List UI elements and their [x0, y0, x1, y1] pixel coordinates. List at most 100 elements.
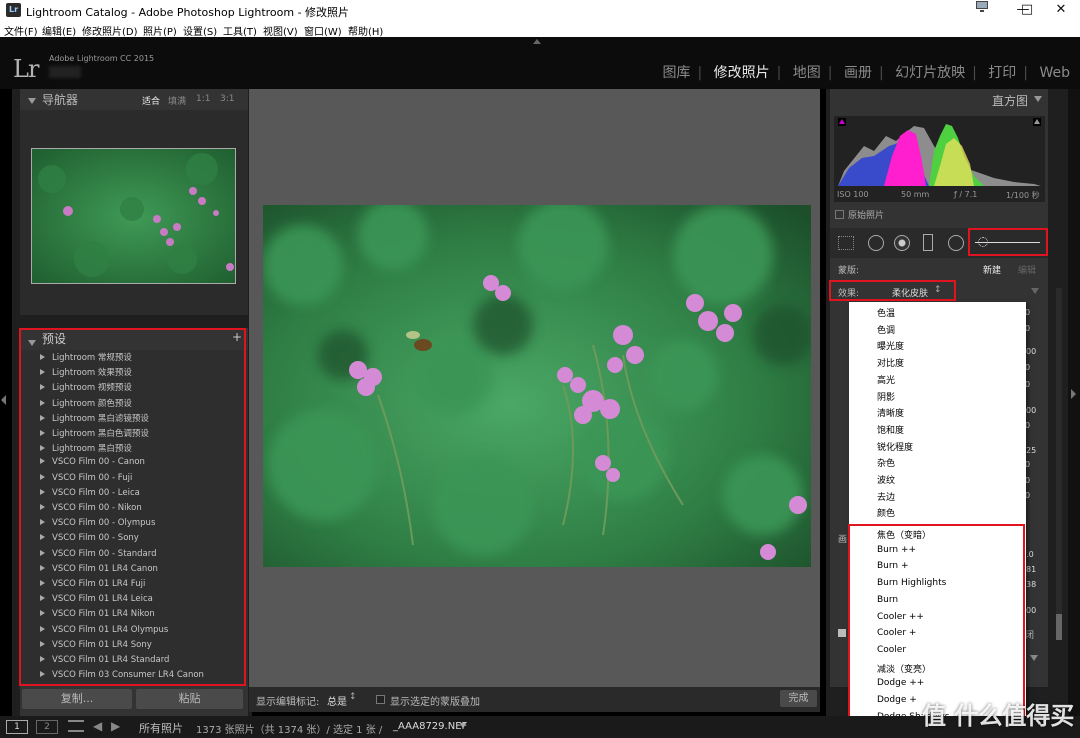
module-map[interactable]: 地图	[787, 62, 827, 82]
paste-button[interactable]: 粘贴	[136, 689, 243, 709]
dropdown-option[interactable]: 波纹	[877, 473, 895, 486]
module-library[interactable]: 图库	[656, 62, 696, 82]
menu-view[interactable]: 视图(V)	[263, 23, 298, 38]
slider-value: 00	[1026, 347, 1037, 356]
mask-toggle-icon[interactable]	[838, 629, 846, 637]
spot-removal-icon[interactable]	[868, 235, 884, 251]
window-title: Lightroom Catalog - Adobe Photoshop Ligh…	[26, 6, 350, 19]
histogram-title: 直方图	[991, 94, 1028, 108]
right-edge	[1068, 89, 1080, 738]
module-book[interactable]: 画册	[838, 62, 878, 82]
dropdown-arrows-icon: ↕	[349, 692, 357, 702]
dropdown-option[interactable]: 阴影	[877, 390, 895, 403]
product-name: Adobe Lightroom CC 2015	[49, 54, 155, 63]
overlay-label: 显示选定的蒙版叠加	[390, 697, 480, 708]
mask-label: 蒙版:	[838, 266, 860, 276]
filmstrip-source[interactable]: 所有照片	[139, 720, 183, 736]
filmstrip-bar: 1 2 ◀ ▶ 所有照片 1373 张照片（共 1374 张）/ 选定 1 张 …	[0, 716, 1080, 738]
dropdown-option[interactable]: 对比度	[877, 356, 904, 369]
navigator-header[interactable]: 导航器 适合 填满 1:1 3:1	[20, 91, 248, 111]
title-bar: Lr Lightroom Catalog - Adobe Photoshop L…	[0, 0, 1080, 21]
network-icon[interactable]	[965, 0, 999, 21]
lr-logo: Lr	[13, 55, 39, 83]
overlay-checkbox[interactable]	[376, 695, 385, 704]
develop-toolbar: 显示编辑标记: 总是 ↕ 显示选定的蒙版叠加 完成	[249, 687, 820, 712]
collapse-top-icon[interactable]	[533, 39, 541, 44]
menu-bar: 文件(F) 编辑(E) 修改照片(D) 照片(P) 设置(S) 工具(T) 视图…	[0, 21, 1080, 38]
forward-arrow-icon[interactable]: ▶	[111, 719, 120, 733]
maximize-icon[interactable]: □	[1010, 0, 1044, 21]
mask-edit-button[interactable]: 编辑	[1018, 263, 1036, 276]
screen-2-button[interactable]: 2	[36, 720, 58, 734]
close-label[interactable]: 闭	[1025, 628, 1034, 641]
left-panel-toggle[interactable]	[0, 390, 8, 410]
module-slideshow[interactable]: 幻灯片放映	[889, 62, 971, 82]
dropdown-option[interactable]: 曝光度	[877, 339, 904, 352]
slider-value: 00	[1026, 406, 1037, 415]
highlight-presets	[19, 328, 246, 686]
collapse-triangle-icon[interactable]	[1034, 96, 1042, 102]
slider-value: 25	[1026, 446, 1037, 455]
module-picker: 图库 | 修改照片 | 地图 | 画册 | 幻灯片放映 | 打印 | Web	[656, 62, 1076, 82]
menu-window[interactable]: 窗口(W)	[304, 23, 342, 38]
dropdown-option[interactable]: 去边	[877, 490, 895, 503]
crop-icon[interactable]	[838, 236, 854, 250]
chevron-down-icon[interactable]: ▼	[460, 721, 466, 730]
copy-button[interactable]: 复制...	[22, 689, 132, 709]
histogram[interactable]: ISO 100 50 mm ƒ / 7.1 1/100 秒	[834, 116, 1045, 202]
highlight-brush-tool	[968, 228, 1048, 256]
module-develop[interactable]: 修改照片	[708, 62, 776, 82]
shutter-readout: 1/100 秒	[1006, 191, 1040, 200]
dropdown-option[interactable]: 色温	[877, 306, 895, 319]
dropdown-option[interactable]: 颜色	[877, 506, 895, 519]
radial-filter-icon[interactable]	[948, 235, 964, 251]
edit-pins-select[interactable]: 总是	[327, 693, 347, 708]
original-photo-label: 原始照片	[848, 211, 885, 221]
collapse-triangle-icon	[28, 97, 36, 104]
zoom-3-1[interactable]: 3:1	[220, 94, 234, 104]
menu-photo[interactable]: 照片(P)	[143, 23, 177, 38]
back-arrow-icon[interactable]: ◀	[93, 719, 102, 733]
slider-value: 00	[1026, 606, 1037, 615]
module-web[interactable]: Web	[1033, 65, 1076, 81]
done-button[interactable]: 完成	[780, 690, 817, 707]
menu-settings[interactable]: 设置(S)	[183, 23, 217, 38]
dropdown-option[interactable]: 杂色	[877, 456, 895, 469]
filmstrip-filename[interactable]: _AAA8729.NEF	[393, 721, 467, 732]
grid-icon[interactable]	[68, 720, 84, 732]
mask-new-button[interactable]: 新建	[983, 263, 1001, 276]
main-photo[interactable]	[263, 205, 811, 567]
dropdown-option[interactable]: 高光	[877, 373, 895, 386]
filmstrip-info: 1373 张照片（共 1374 张）/ 选定 1 张 /	[196, 725, 383, 736]
identity-plate-blur	[49, 66, 81, 78]
menu-tools[interactable]: 工具(T)	[223, 23, 257, 38]
edit-pins-label: 显示编辑标记:	[256, 697, 320, 708]
zoom-fit[interactable]: 适合	[142, 94, 160, 107]
navigator-preview[interactable]	[31, 148, 236, 284]
close-icon[interactable]: ✕	[1044, 0, 1078, 21]
menu-develop[interactable]: 修改照片(D)	[82, 23, 138, 38]
graduated-filter-icon[interactable]	[923, 234, 933, 251]
screen-1-button[interactable]: 1	[6, 720, 28, 734]
module-print[interactable]: 打印	[982, 62, 1022, 82]
lightroom-window: Lr Lightroom Catalog - Adobe Photoshop L…	[0, 0, 1080, 738]
dropdown-option[interactable]: 锐化程度	[877, 440, 913, 453]
collapse-triangle-icon[interactable]	[1031, 288, 1039, 294]
red-eye-icon[interactable]	[894, 235, 910, 251]
menu-help[interactable]: 帮助(H)	[348, 23, 383, 38]
menu-edit[interactable]: 编辑(E)	[42, 23, 76, 38]
menu-file[interactable]: 文件(F)	[4, 23, 38, 38]
collapse-triangle-icon[interactable]	[1030, 655, 1038, 661]
dropdown-option[interactable]: 饱和度	[877, 423, 904, 436]
slider-value: 38	[1026, 580, 1037, 589]
module-header: Lr Adobe Lightroom CC 2015 图库 | 修改照片 | 地图 |…	[0, 37, 1080, 89]
zoom-fill[interactable]: 填满	[168, 94, 186, 107]
right-scrollbar[interactable]	[1056, 288, 1062, 640]
dropdown-option[interactable]: 清晰度	[877, 406, 904, 419]
slider-value: 81	[1026, 565, 1037, 574]
dropdown-option[interactable]: 色调	[877, 323, 895, 336]
right-panel-toggle[interactable]	[1071, 389, 1076, 399]
focal-readout: 50 mm	[901, 190, 930, 199]
original-photo-checkbox[interactable]	[835, 210, 844, 219]
zoom-1-1[interactable]: 1:1	[196, 94, 210, 104]
